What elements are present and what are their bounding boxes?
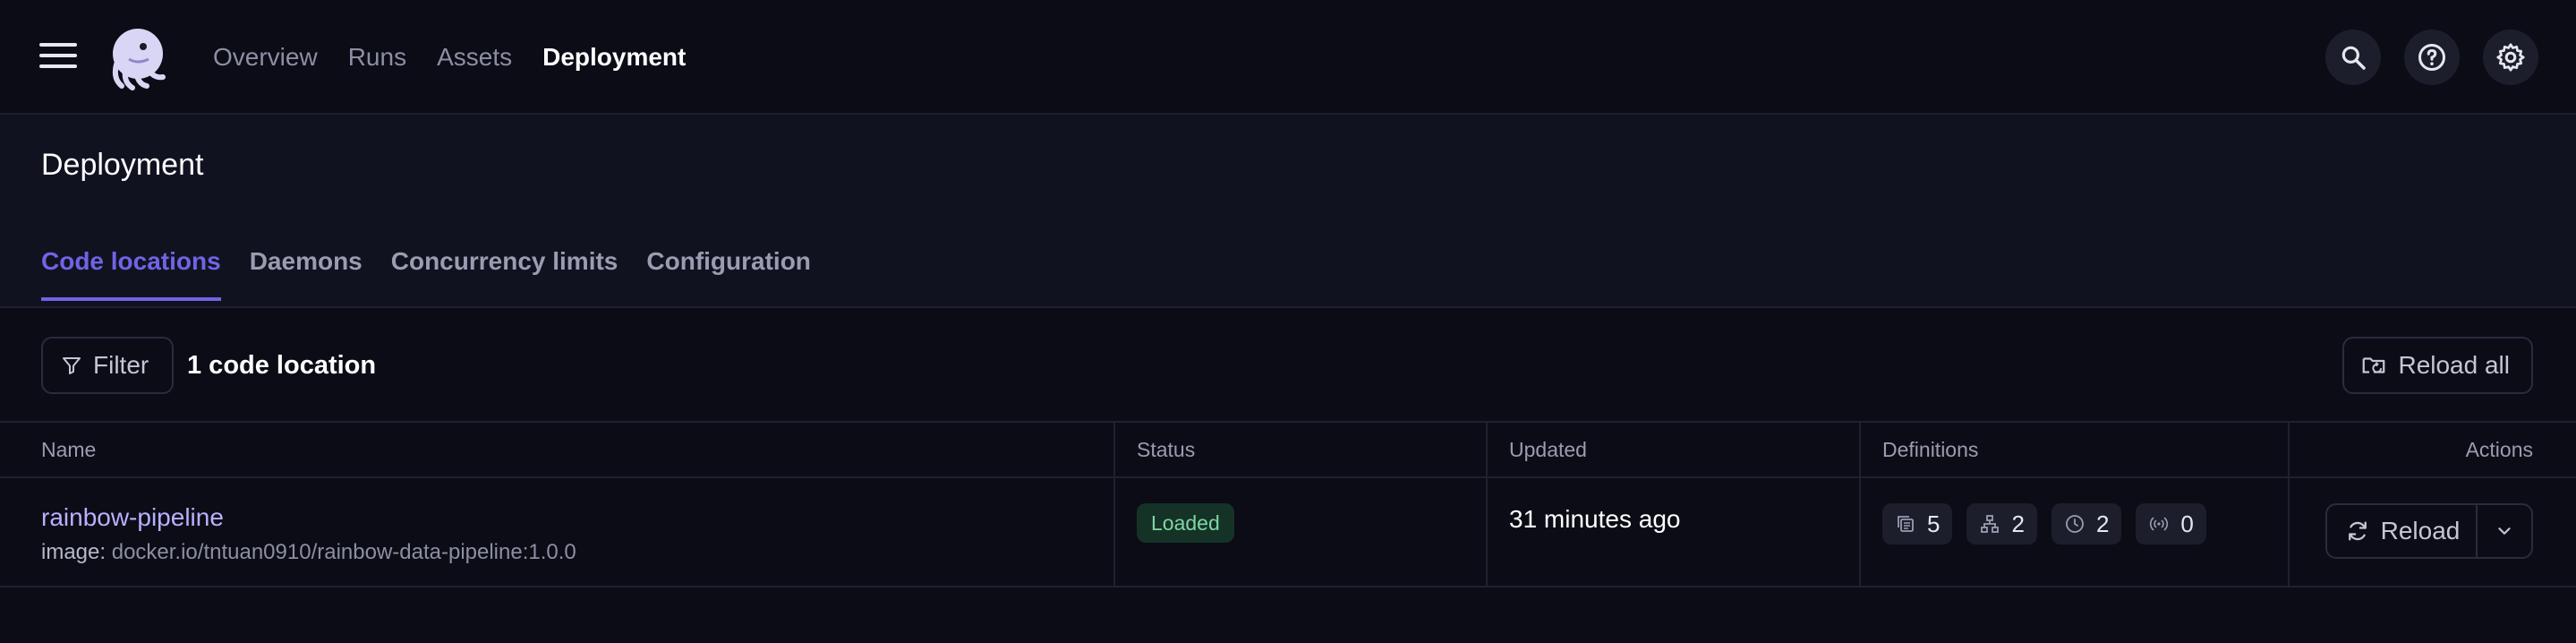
asset-graph-icon	[1981, 515, 2000, 533]
filter-label: Filter	[93, 351, 149, 379]
reload-all-button[interactable]: Reload all	[2342, 337, 2533, 394]
jobs-icon	[1898, 516, 1914, 532]
reload-options-dropdown[interactable]	[2476, 503, 2533, 559]
toolbar	[0, 308, 2576, 423]
page-title: Deployment	[41, 148, 204, 182]
column-header-name: Name	[41, 438, 97, 461]
reload-label: Reload	[2380, 517, 2461, 544]
dagster-logo[interactable]	[104, 23, 172, 91]
code-location-name-link[interactable]: rainbow-pipeline	[41, 502, 224, 534]
column-header-definitions: Definitions	[1882, 438, 1979, 461]
schedules-count-tag[interactable]: 2	[2051, 503, 2122, 544]
nav-item-assets[interactable]: Assets	[437, 39, 512, 75]
column-header-status: Status	[1137, 438, 1196, 461]
assets-count-tag[interactable]: 2	[1966, 503, 2037, 544]
top-navigation-bar: Overview Runs Assets Deployment	[0, 0, 2576, 115]
code-location-image: image: docker.io/tntuan0910/rainbow-data…	[41, 539, 576, 566]
tab-concurrency-limits[interactable]: Concurrency limits	[391, 244, 618, 301]
column-header-actions: Actions	[2465, 438, 2533, 461]
table-header	[0, 423, 2576, 478]
search-button[interactable]	[2325, 30, 2381, 85]
refresh-icon	[2348, 521, 2367, 541]
tab-daemons[interactable]: Daemons	[250, 244, 363, 301]
reload-button[interactable]: Reload	[2325, 503, 2478, 559]
nav-item-runs[interactable]: Runs	[348, 39, 406, 75]
definitions-summary: 5 2 2 0	[1882, 503, 2206, 544]
updated-timestamp: 31 minutes ago	[1509, 505, 1681, 533]
sensors-count: 0	[2180, 510, 2194, 537]
schedule-clock-icon	[2066, 515, 2084, 533]
code-location-count: 1 code location	[187, 351, 377, 380]
tab-code-locations[interactable]: Code locations	[41, 244, 221, 301]
filter-icon	[63, 357, 81, 374]
search-icon	[2341, 46, 2366, 70]
menu-icon[interactable]	[39, 43, 77, 72]
help-button[interactable]	[2404, 30, 2460, 85]
main-nav: Overview Runs Assets Deployment	[213, 39, 716, 75]
column-header-updated: Updated	[1509, 438, 1587, 461]
help-icon	[2418, 44, 2445, 71]
settings-button[interactable]	[2483, 30, 2538, 85]
nav-item-deployment[interactable]: Deployment	[542, 39, 686, 75]
filter-button[interactable]: Filter	[41, 337, 175, 394]
tab-bar: Code locations Daemons Concurrency limit…	[41, 244, 840, 301]
chevron-down-icon	[2498, 527, 2511, 535]
assets-count: 2	[2011, 510, 2025, 537]
jobs-count-tag[interactable]: 5	[1882, 503, 1953, 544]
tab-configuration[interactable]: Configuration	[646, 244, 811, 301]
settings-icon	[2496, 43, 2525, 72]
image-value: docker.io/tntuan0910/rainbow-data-pipeli…	[111, 540, 576, 564]
image-key: image:	[41, 540, 107, 564]
status-badge: Loaded	[1137, 503, 1234, 543]
sensor-icon	[2150, 517, 2169, 531]
schedules-count: 2	[2095, 510, 2110, 537]
folder-reload-icon	[2363, 357, 2385, 373]
sensors-count-tag[interactable]: 0	[2136, 503, 2206, 544]
reload-all-label: Reload all	[2398, 351, 2510, 379]
jobs-count: 5	[1927, 510, 1941, 537]
nav-item-overview[interactable]: Overview	[213, 39, 318, 75]
